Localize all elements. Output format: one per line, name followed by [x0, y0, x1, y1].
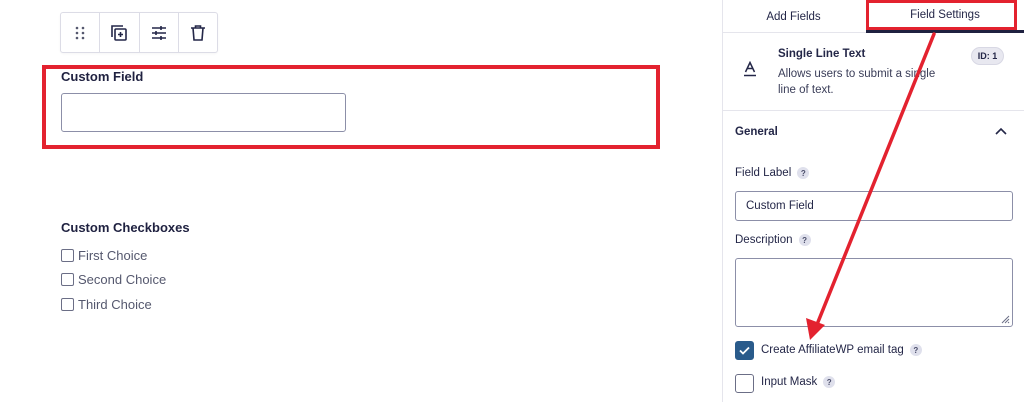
trash-icon	[190, 24, 205, 41]
drag-handle-button[interactable]	[61, 13, 101, 52]
general-section-title: General	[735, 126, 778, 138]
checkbox-label: First Choice	[78, 248, 148, 263]
checkbox-choice[interactable]: Second Choice	[61, 272, 166, 287]
description-row: Description ?	[735, 234, 811, 246]
affiliatewp-tag-checkbox[interactable]	[735, 341, 754, 360]
field-label-label: Field Label	[735, 167, 792, 179]
input-mask-label: Input Mask	[761, 376, 818, 388]
duplicate-button[interactable]	[100, 13, 140, 52]
checkbox-choice[interactable]: Third Choice	[61, 297, 152, 312]
field-type-title: Single Line Text	[778, 48, 866, 60]
annotation-highlight-tab	[866, 0, 1017, 30]
tab-add-fields[interactable]: Add Fields	[722, 0, 865, 33]
description-label: Description	[735, 234, 793, 246]
field-id-badge: ID: 1	[971, 47, 1004, 65]
delete-button[interactable]	[179, 13, 217, 52]
checkbox[interactable]	[61, 249, 74, 262]
sliders-icon	[151, 25, 166, 40]
custom-field-input[interactable]	[61, 93, 346, 132]
checkbox[interactable]	[61, 298, 74, 311]
affiliatewp-tag-row: Create AffiliateWP email tag ?	[761, 344, 922, 356]
chevron-up-icon[interactable]	[994, 126, 1008, 136]
drag-handle-icon	[75, 26, 85, 39]
description-textarea[interactable]	[735, 258, 1013, 327]
input-mask-checkbox[interactable]	[735, 374, 754, 393]
duplicate-icon	[111, 24, 128, 41]
field-label-input[interactable]	[735, 191, 1013, 221]
checkbox-label: Second Choice	[78, 272, 167, 287]
help-icon[interactable]: ?	[797, 167, 810, 179]
field-toolbar	[60, 12, 218, 53]
help-icon[interactable]: ?	[823, 376, 836, 388]
help-icon[interactable]: ?	[909, 344, 922, 356]
checkmark-icon	[739, 346, 750, 355]
help-icon[interactable]: ?	[798, 234, 811, 246]
settings-button[interactable]	[140, 13, 179, 52]
input-mask-row: Input Mask ?	[761, 376, 836, 388]
custom-checkboxes-label: Custom Checkboxes	[61, 220, 190, 235]
checkbox-choice[interactable]: First Choice	[61, 248, 147, 263]
text-field-icon	[744, 61, 756, 77]
checkbox-label: Third Choice	[78, 297, 152, 312]
resize-handle-icon[interactable]	[1001, 315, 1010, 324]
custom-field-label: Custom Field	[61, 69, 144, 84]
field-type-description: Allows users to submit a single line of …	[778, 68, 936, 96]
field-label-row: Field Label ?	[735, 167, 810, 179]
affiliatewp-tag-label: Create AffiliateWP email tag	[761, 344, 904, 356]
checkbox[interactable]	[61, 273, 74, 286]
